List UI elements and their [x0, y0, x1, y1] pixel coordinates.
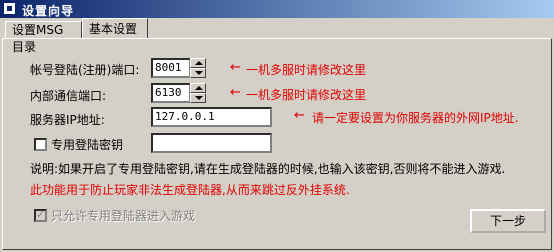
hint-arrow-icon: ← [230, 60, 241, 75]
next-button[interactable]: 下一步 [470, 209, 546, 233]
server-ip-label: 服务器IP地址: [30, 113, 105, 127]
tab-label: 基本设置 [89, 22, 138, 36]
account-port-label: 帐号登陆(注册)端口: [30, 63, 140, 77]
spin-down-icon[interactable] [190, 68, 206, 78]
server-ip-input[interactable]: 127.0.0.1 [151, 107, 272, 127]
hint-arrow-icon: ← [230, 85, 241, 100]
spin-up-icon[interactable] [190, 58, 206, 68]
only-dedicated-checkbox[interactable] [34, 208, 47, 222]
window-title: 设置向导 [22, 4, 75, 18]
account-port-spinner[interactable] [190, 58, 206, 78]
internal-port-hint: 一机多服时请修改这里 [246, 88, 367, 102]
hint-arrow-icon: ← [294, 108, 305, 123]
dedicated-key-label: 专用登陆密钥 [51, 138, 124, 152]
server-ip-value: 127.0.0.1 [155, 110, 215, 123]
next-button-label: 下一步 [489, 214, 526, 228]
tab-basic-settings[interactable]: 基本设置 [82, 18, 148, 38]
account-port-input[interactable]: 8001 [151, 58, 191, 78]
internal-port-spinner[interactable] [190, 83, 206, 103]
title-bar: 设置向导 [0, 0, 554, 18]
note-warning: 此功能用于防止玩家非法生成登陆器,从而来跳过反外挂系统. [30, 183, 350, 197]
only-dedicated-label: 只允许专用登陆器进入游戏 [51, 209, 196, 223]
dedicated-key-input[interactable] [151, 133, 272, 153]
dedicated-key-checkbox[interactable] [34, 138, 47, 151]
tab-msg-directory[interactable]: 设置MSG目录 [5, 21, 82, 54]
spin-up-icon[interactable] [190, 83, 206, 93]
account-port-hint: 一机多服时请修改这里 [246, 63, 367, 77]
server-ip-hint: 请一定要设置为你服务器的外网IP地址. [312, 111, 519, 125]
note-explanation: 说明:如果开启了专用登陆密钥,请在生成登陆器的时候,也输入该密钥,否则将不能进入… [30, 162, 506, 176]
internal-port-label: 内部通信端口: [30, 89, 107, 103]
internal-port-input[interactable]: 6130 [151, 83, 191, 103]
app-icon [3, 2, 16, 15]
spin-down-icon[interactable] [190, 93, 206, 103]
